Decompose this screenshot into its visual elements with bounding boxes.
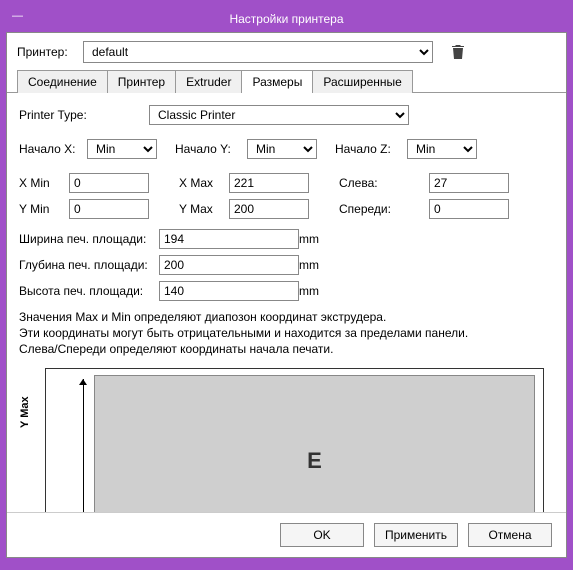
xmin-input[interactable] <box>69 173 149 193</box>
trash-icon <box>451 44 465 60</box>
diagram-extruder-label: E <box>307 448 322 474</box>
xmax-label: X Max <box>179 176 229 190</box>
ymax-input[interactable] <box>229 199 309 219</box>
minimize-icon[interactable]: — <box>12 10 30 24</box>
bed-diagram: Y Max E 0 <box>19 368 554 512</box>
origin-z-select[interactable]: Min <box>407 139 477 159</box>
window-title: Настройки принтера <box>229 12 343 26</box>
left-label: Слева: <box>339 176 409 190</box>
front-input[interactable] <box>429 199 509 219</box>
width-unit: mm <box>299 232 359 246</box>
ok-button[interactable]: OK <box>280 523 364 547</box>
height-input[interactable] <box>159 281 299 301</box>
left-input[interactable] <box>429 173 509 193</box>
width-label: Ширина печ. площади: <box>19 232 159 246</box>
front-label: Спереди: <box>339 202 409 216</box>
tab-connection[interactable]: Соединение <box>17 70 108 93</box>
printer-select[interactable]: default <box>83 41 433 63</box>
printer-type-label: Printer Type: <box>19 108 149 122</box>
info-text: Значения Max и Min определяют диапозон к… <box>19 309 554 358</box>
apply-button[interactable]: Применить <box>374 523 458 547</box>
cancel-button[interactable]: Отмена <box>468 523 552 547</box>
origin-x-label: Начало X: <box>19 142 81 156</box>
origin-y-label: Начало Y: <box>175 142 241 156</box>
diagram-frame: E <box>45 368 544 512</box>
depth-label: Глубина печ. площади: <box>19 258 159 272</box>
xmin-label: X Min <box>19 176 69 190</box>
ymin-label: Y Min <box>19 202 69 216</box>
tab-advanced[interactable]: Расширенные <box>312 70 413 93</box>
xmax-input[interactable] <box>229 173 309 193</box>
height-unit: mm <box>299 284 359 298</box>
origin-z-label: Начало Z: <box>335 142 401 156</box>
delete-printer-button[interactable] <box>449 43 467 61</box>
depth-input[interactable] <box>159 255 299 275</box>
tab-extruder[interactable]: Extruder <box>175 70 242 93</box>
depth-unit: mm <box>299 258 359 272</box>
origin-x-select[interactable]: Min <box>87 139 157 159</box>
diagram-ymax-label: Y Max <box>19 396 31 428</box>
ymin-input[interactable] <box>69 199 149 219</box>
width-input[interactable] <box>159 229 299 249</box>
title-bar: — Настройки принтера <box>6 6 567 32</box>
tab-printer[interactable]: Принтер <box>107 70 176 93</box>
printer-label: Принтер: <box>17 45 77 59</box>
diagram-y-arrow <box>80 379 88 512</box>
printer-type-select[interactable]: Classic Printer <box>149 105 409 125</box>
tab-bar: Соединение Принтер Extruder Размеры Расш… <box>7 69 566 93</box>
ymax-label: Y Max <box>179 202 229 216</box>
tab-dimensions[interactable]: Размеры <box>241 70 313 93</box>
diagram-bed: E <box>94 375 535 512</box>
origin-y-select[interactable]: Min <box>247 139 317 159</box>
height-label: Высота печ. площади: <box>19 284 159 298</box>
